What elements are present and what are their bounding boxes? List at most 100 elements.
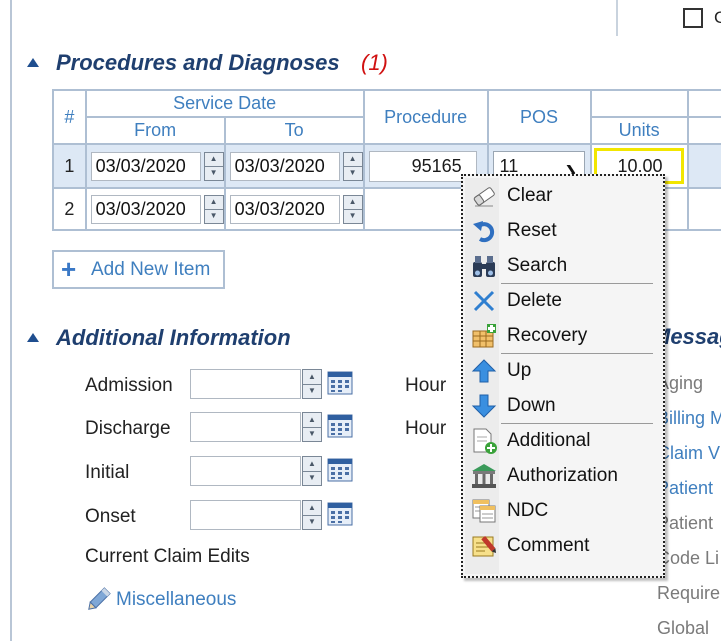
message-item-code[interactable]: Code Li: [657, 548, 719, 569]
admission-date-input[interactable]: [190, 369, 301, 399]
from-date-spinner[interactable]: ▲ ▼: [203, 151, 224, 181]
col-pos-header: POS: [486, 89, 592, 145]
spin-down-icon[interactable]: ▼: [343, 165, 362, 180]
message-item-billing[interactable]: Billing M: [657, 408, 721, 429]
spin-down-icon[interactable]: ▼: [303, 470, 321, 486]
discharge-label: Discharge: [85, 418, 171, 439]
to-date-spinner[interactable]: ▲ ▼: [342, 194, 363, 224]
eraser-icon: [473, 187, 495, 207]
comment-note-icon: [472, 536, 497, 557]
pencil-icon[interactable]: [84, 586, 112, 614]
checkbox-label: C: [714, 8, 721, 27]
spin-down-icon[interactable]: ▼: [303, 383, 321, 399]
menu-label: Search: [507, 255, 568, 276]
top-right-rule: [616, 0, 618, 36]
collapse-procedures-icon[interactable]: [27, 58, 39, 67]
col-from-header: From: [84, 116, 226, 145]
from-date-input[interactable]: 03/03/2020: [90, 194, 201, 224]
menu-label: Additional: [507, 430, 591, 451]
collapse-additional-icon[interactable]: [27, 333, 39, 342]
add-new-item-button[interactable]: + Add New Item: [52, 250, 225, 289]
menu-item-recovery[interactable]: Recovery: [465, 318, 661, 353]
miscellaneous-link[interactable]: Miscellaneous: [116, 589, 236, 611]
initial-label: Initial: [85, 462, 130, 483]
spin-up-icon[interactable]: ▲: [205, 153, 223, 166]
add-new-item-label: Add New Item: [91, 259, 211, 280]
discharge-spinner[interactable]: ▲ ▼: [302, 412, 322, 442]
to-date-spinner[interactable]: ▲ ▼: [342, 151, 363, 181]
undo-icon: [473, 221, 495, 243]
col-extra-header: [686, 116, 721, 145]
spin-up-icon[interactable]: ▲: [205, 196, 223, 209]
to-date-input[interactable]: 03/03/2020: [229, 194, 340, 224]
menu-label: Delete: [507, 290, 562, 311]
menu-label: Down: [507, 395, 556, 416]
row-number: 1: [52, 143, 87, 189]
menu-item-clear[interactable]: Clear: [465, 178, 661, 213]
discharge-date-input[interactable]: [190, 412, 301, 442]
calendar-icon[interactable]: [327, 414, 353, 438]
col-to-header: To: [223, 116, 365, 145]
menu-label: Reset: [507, 220, 557, 241]
menu-item-authorization[interactable]: Authorization: [465, 458, 661, 493]
calendar-icon[interactable]: [327, 502, 353, 526]
menu-item-up[interactable]: Up: [465, 353, 661, 388]
spin-up-icon[interactable]: ▲: [344, 196, 362, 209]
arrow-down-icon: [471, 394, 497, 418]
menu-item-search[interactable]: Search: [465, 248, 661, 283]
onset-spinner[interactable]: ▲ ▼: [302, 500, 322, 530]
spin-up-icon[interactable]: ▲: [303, 501, 321, 515]
initial-date-input[interactable]: [190, 456, 301, 486]
binoculars-icon: [473, 256, 495, 277]
procedures-title: Procedures and Diagnoses: [56, 50, 340, 75]
calendar-icon[interactable]: [327, 371, 353, 395]
message-item-patient-2[interactable]: Patient: [657, 513, 713, 534]
message-item-claim[interactable]: Claim V: [657, 443, 720, 464]
calendar-icon[interactable]: [327, 458, 353, 482]
spin-up-icon[interactable]: ▲: [303, 370, 321, 384]
recovery-grid-icon: [472, 324, 496, 348]
spin-down-icon[interactable]: ▼: [343, 208, 362, 223]
message-item-require[interactable]: Require: [657, 583, 720, 604]
menu-item-additional[interactable]: Additional: [465, 423, 661, 458]
to-date-input[interactable]: 03/03/2020: [229, 151, 340, 181]
ndc-table-icon: [472, 499, 496, 523]
menu-item-down[interactable]: Down: [465, 388, 661, 423]
message-item-patient-1[interactable]: Patient: [657, 478, 713, 499]
admission-spinner[interactable]: ▲ ▼: [302, 369, 322, 399]
col-procedure-header: Procedure: [362, 89, 489, 145]
menu-item-ndc[interactable]: NDC: [465, 493, 661, 528]
extra-cell: [686, 187, 721, 231]
message-item-global[interactable]: Global: [657, 618, 709, 639]
from-date-spinner[interactable]: ▲ ▼: [203, 194, 224, 224]
col-units-header: Units: [589, 116, 689, 145]
extra-cell: [686, 143, 721, 189]
from-date-input[interactable]: 03/03/2020: [90, 151, 201, 181]
left-rule: [10, 0, 12, 641]
menu-item-reset[interactable]: Reset: [465, 213, 661, 248]
menu-item-delete[interactable]: Delete: [465, 283, 661, 318]
menu-label: Clear: [507, 185, 553, 206]
spin-down-icon[interactable]: ▼: [303, 426, 321, 442]
admission-label: Admission: [85, 375, 173, 396]
spin-up-icon[interactable]: ▲: [303, 413, 321, 427]
arrow-up-icon: [471, 359, 497, 383]
admission-hour-label: Hour: [405, 375, 447, 396]
context-menu: Clear Reset Search Delete Recovery Up Do…: [461, 174, 665, 578]
onset-label: Onset: [85, 506, 136, 527]
top-checkbox[interactable]: [683, 8, 703, 28]
menu-label: Up: [507, 360, 532, 381]
spin-up-icon[interactable]: ▲: [303, 457, 321, 471]
initial-spinner[interactable]: ▲ ▼: [302, 456, 322, 486]
onset-date-input[interactable]: [190, 500, 301, 530]
spin-up-icon[interactable]: ▲: [344, 153, 362, 166]
pos-value: 11: [499, 155, 519, 176]
spin-down-icon[interactable]: ▼: [204, 165, 223, 180]
plus-icon: +: [61, 254, 77, 284]
spin-down-icon[interactable]: ▼: [204, 208, 223, 223]
col-service-date-header: Service Date: [84, 89, 365, 118]
menu-label: Comment: [507, 535, 590, 556]
spin-down-icon[interactable]: ▼: [303, 514, 321, 530]
menu-item-comment[interactable]: Comment: [465, 528, 661, 563]
col-extra-top: [686, 89, 721, 117]
